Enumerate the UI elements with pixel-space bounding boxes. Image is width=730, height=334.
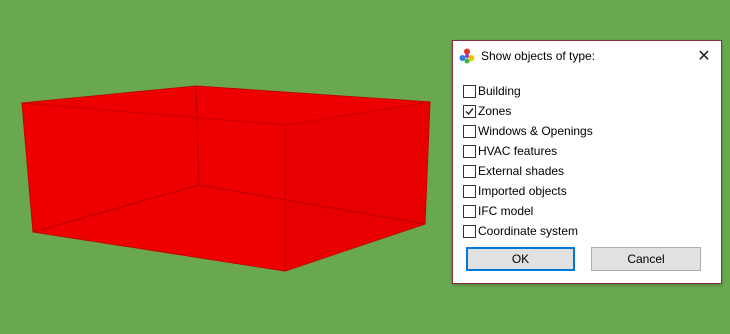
checkbox[interactable] bbox=[463, 164, 476, 178]
checkbox[interactable] bbox=[463, 224, 476, 238]
object-type-item[interactable]: Coordinate system bbox=[463, 221, 713, 241]
app-icon bbox=[459, 48, 475, 64]
checkbox[interactable] bbox=[463, 184, 476, 198]
box-right-face bbox=[284, 101, 431, 272]
object-type-label: Building bbox=[478, 84, 521, 98]
checkbox[interactable] bbox=[463, 84, 476, 98]
checkbox-checked[interactable] bbox=[463, 104, 476, 118]
dialog-title: Show objects of type: bbox=[481, 49, 596, 63]
box-left-face bbox=[21, 102, 286, 272]
checkbox[interactable] bbox=[463, 204, 476, 218]
object-type-item[interactable]: Windows & Openings bbox=[463, 121, 713, 141]
object-type-list: Building Zones Windows & Openings HVAC feat… bbox=[463, 81, 713, 241]
object-type-item[interactable]: HVAC features bbox=[463, 141, 713, 161]
checkmark-icon bbox=[465, 107, 474, 115]
object-type-item[interactable]: Imported objects bbox=[463, 181, 713, 201]
cancel-button[interactable]: Cancel bbox=[591, 247, 701, 271]
object-type-label: External shades bbox=[478, 164, 565, 178]
object-type-item[interactable]: IFC model bbox=[463, 201, 713, 221]
checkbox[interactable] bbox=[463, 124, 476, 138]
object-type-label: IFC model bbox=[478, 204, 534, 218]
object-type-label: Coordinate system bbox=[478, 224, 579, 238]
object-type-label: Zones bbox=[478, 104, 512, 118]
checkbox[interactable] bbox=[463, 144, 476, 158]
object-type-item[interactable]: Zones bbox=[463, 101, 713, 121]
show-objects-dialog: Show objects of type: ✕ Building Zones Win… bbox=[452, 40, 722, 284]
object-type-label: Imported objects bbox=[478, 184, 567, 198]
object-type-label: Windows & Openings bbox=[478, 124, 593, 138]
object-type-item[interactable]: External shades bbox=[463, 161, 713, 181]
ok-button[interactable]: OK bbox=[466, 247, 575, 271]
close-icon[interactable]: ✕ bbox=[687, 41, 721, 71]
object-type-label: HVAC features bbox=[478, 144, 558, 158]
dialog-titlebar[interactable]: Show objects of type: ✕ bbox=[453, 41, 721, 71]
object-type-item[interactable]: Building bbox=[463, 81, 713, 101]
